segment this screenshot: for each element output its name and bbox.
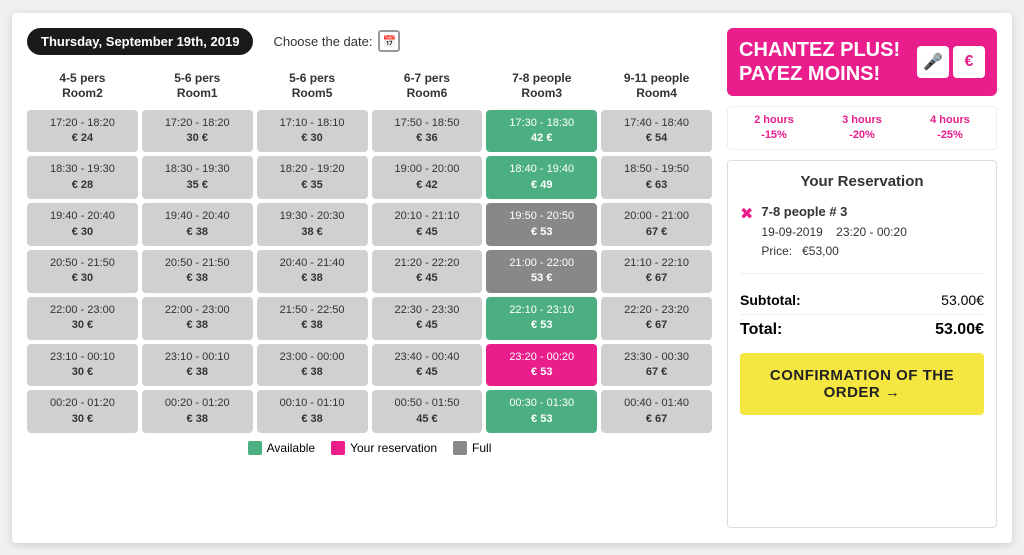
slot-row6-col0[interactable]: 00:20 - 01:2030 € — [27, 390, 138, 433]
legend-color-0 — [248, 441, 262, 455]
grid-header: 4-5 persRoom25-6 persRoom15-6 persRoom56… — [27, 67, 712, 106]
subtotal-label: Subtotal: — [740, 292, 801, 308]
slot-row4-col3[interactable]: 22:30 - 23:30€ 45 — [372, 297, 483, 340]
discount-item-1: 3 hours-20% — [820, 113, 904, 144]
legend-label-2: Full — [472, 441, 491, 455]
col-header-2: 5-6 persRoom5 — [257, 67, 368, 106]
legend-item-0: Available — [248, 441, 315, 455]
subtotal-amount: 53.00€ — [941, 292, 984, 308]
right-panel: CHANTEZ PLUS! PAYEZ MOINS! 🎤 € 2 hours-1… — [727, 28, 997, 528]
legend-color-1 — [331, 441, 345, 455]
slot-row3-col5[interactable]: 21:10 - 22:10€ 67 — [601, 250, 712, 293]
slot-row2-col3[interactable]: 20:10 - 21:10€ 45 — [372, 203, 483, 246]
slot-row2-col1[interactable]: 19:40 - 20:40€ 38 — [142, 203, 253, 246]
slot-row4-col0[interactable]: 22:00 - 23:0030 € — [27, 297, 138, 340]
slot-row6-col2[interactable]: 00:10 - 01:10€ 38 — [257, 390, 368, 433]
col-header-3: 6-7 persRoom6 — [372, 67, 483, 106]
slot-row5-col2[interactable]: 23:00 - 00:00€ 38 — [257, 344, 368, 387]
slot-row1-col5[interactable]: 18:50 - 19:50€ 63 — [601, 156, 712, 199]
slot-row2-col0[interactable]: 19:40 - 20:40€ 30 — [27, 203, 138, 246]
slot-row1-col0[interactable]: 18:30 - 19:30€ 28 — [27, 156, 138, 199]
slot-row6-col1[interactable]: 00:20 - 01:20€ 38 — [142, 390, 253, 433]
total-row: Total: 53.00€ — [740, 315, 984, 345]
legend-label-0: Available — [267, 441, 315, 455]
reservation-price-line: Price: €53,00 — [761, 242, 906, 261]
slot-row1-col3[interactable]: 19:00 - 20:00€ 42 — [372, 156, 483, 199]
promo-banner: CHANTEZ PLUS! PAYEZ MOINS! 🎤 € — [727, 28, 997, 96]
promo-text: CHANTEZ PLUS! PAYEZ MOINS! — [739, 38, 909, 86]
subtotal-row: Subtotal: 53.00€ — [740, 286, 984, 315]
legend-label-1: Your reservation — [350, 441, 437, 455]
slot-row0-col4[interactable]: 17:30 - 18:3042 € — [486, 110, 597, 153]
slot-row2-col4: 19:50 - 20:50€ 53 — [486, 203, 597, 246]
slot-row0-col1[interactable]: 17:20 - 18:2030 € — [142, 110, 253, 153]
reservation-box: Your Reservation ✖ 7-8 people # 3 19-09-… — [727, 160, 997, 527]
reservation-item: ✖ 7-8 people # 3 19-09-2019 23:20 - 00:2… — [740, 202, 984, 274]
slot-row5-col4[interactable]: 23:20 - 00:20€ 53 — [486, 344, 597, 387]
col-header-0: 4-5 persRoom2 — [27, 67, 138, 106]
total-label: Total: — [740, 321, 782, 339]
discount-row: 2 hours-15%3 hours-20%4 hours-25% — [727, 106, 997, 151]
slot-row4-col2[interactable]: 21:50 - 22:50€ 38 — [257, 297, 368, 340]
slot-row3-col2[interactable]: 20:40 - 21:40€ 38 — [257, 250, 368, 293]
col-header-1: 5-6 persRoom1 — [142, 67, 253, 106]
promo-icons: 🎤 € — [917, 46, 985, 78]
promo-euro-icon: € — [953, 46, 985, 78]
legend: Available Your reservation Full — [27, 441, 712, 455]
legend-item-1: Your reservation — [331, 441, 437, 455]
calendar-icon[interactable]: 📅 — [378, 30, 400, 52]
slot-row2-col2[interactable]: 19:30 - 20:3038 € — [257, 203, 368, 246]
slot-row3-col3[interactable]: 21:20 - 22:20€ 45 — [372, 250, 483, 293]
reservation-datetime: 19-09-2019 23:20 - 00:20 — [761, 223, 906, 242]
legend-color-2 — [453, 441, 467, 455]
slot-row0-col0[interactable]: 17:20 - 18:20€ 24 — [27, 110, 138, 153]
confirm-button[interactable]: CONFIRMATION OF THE ORDER → — [740, 353, 984, 415]
discount-item-2: 4 hours-25% — [908, 113, 992, 144]
main-container: Thursday, September 19th, 2019 Choose th… — [12, 13, 1012, 543]
slot-row0-col3[interactable]: 17:50 - 18:50€ 36 — [372, 110, 483, 153]
slot-row3-col0[interactable]: 20:50 - 21:50€ 30 — [27, 250, 138, 293]
remove-button[interactable]: ✖ — [740, 204, 753, 224]
slot-row4-col4[interactable]: 22:10 - 23:10€ 53 — [486, 297, 597, 340]
slot-row6-col4[interactable]: 00:30 - 01:30€ 53 — [486, 390, 597, 433]
slot-row3-col1[interactable]: 20:50 - 21:50€ 38 — [142, 250, 253, 293]
slot-row5-col3[interactable]: 23:40 - 00:40€ 45 — [372, 344, 483, 387]
total-amount: 53.00€ — [935, 321, 984, 339]
col-header-4: 7-8 peopleRoom3 — [486, 67, 597, 106]
left-panel: Thursday, September 19th, 2019 Choose th… — [27, 28, 712, 528]
slot-row1-col2[interactable]: 18:20 - 19:20€ 35 — [257, 156, 368, 199]
choose-date-area: Choose the date: 📅 — [273, 30, 400, 52]
choose-date-label: Choose the date: — [273, 34, 372, 49]
slot-row2-col5[interactable]: 20:00 - 21:0067 € — [601, 203, 712, 246]
reservation-details: 7-8 people # 3 19-09-2019 23:20 - 00:20 … — [761, 202, 906, 261]
slot-row1-col4[interactable]: 18:40 - 19:40€ 49 — [486, 156, 597, 199]
discount-item-0: 2 hours-15% — [732, 113, 816, 144]
reservation-title: Your Reservation — [740, 173, 984, 190]
slot-row6-col3[interactable]: 00:50 - 01:5045 € — [372, 390, 483, 433]
slot-row5-col1[interactable]: 23:10 - 00:10€ 38 — [142, 344, 253, 387]
top-bar: Thursday, September 19th, 2019 Choose th… — [27, 28, 712, 55]
slot-row0-col5[interactable]: 17:40 - 18:40€ 54 — [601, 110, 712, 153]
reservation-room: 7-8 people # 3 — [761, 202, 906, 223]
grid-body: 17:20 - 18:20€ 2417:20 - 18:2030 €17:10 … — [27, 110, 712, 433]
col-header-5: 9-11 peopleRoom4 — [601, 67, 712, 106]
slot-row6-col5[interactable]: 00:40 - 01:40€ 67 — [601, 390, 712, 433]
slot-row4-col1[interactable]: 22:00 - 23:00€ 38 — [142, 297, 253, 340]
slot-row5-col5[interactable]: 23:30 - 00:3067 € — [601, 344, 712, 387]
slot-row1-col1[interactable]: 18:30 - 19:3035 € — [142, 156, 253, 199]
date-badge: Thursday, September 19th, 2019 — [27, 28, 253, 55]
slot-row0-col2[interactable]: 17:10 - 18:10€ 30 — [257, 110, 368, 153]
slot-row4-col5[interactable]: 22:20 - 23:20€ 67 — [601, 297, 712, 340]
slot-row3-col4: 21:00 - 22:0053 € — [486, 250, 597, 293]
legend-item-2: Full — [453, 441, 491, 455]
time-grid: 4-5 persRoom25-6 persRoom15-6 persRoom56… — [27, 67, 712, 434]
promo-mic-icon: 🎤 — [917, 46, 949, 78]
slot-row5-col0[interactable]: 23:10 - 00:1030 € — [27, 344, 138, 387]
